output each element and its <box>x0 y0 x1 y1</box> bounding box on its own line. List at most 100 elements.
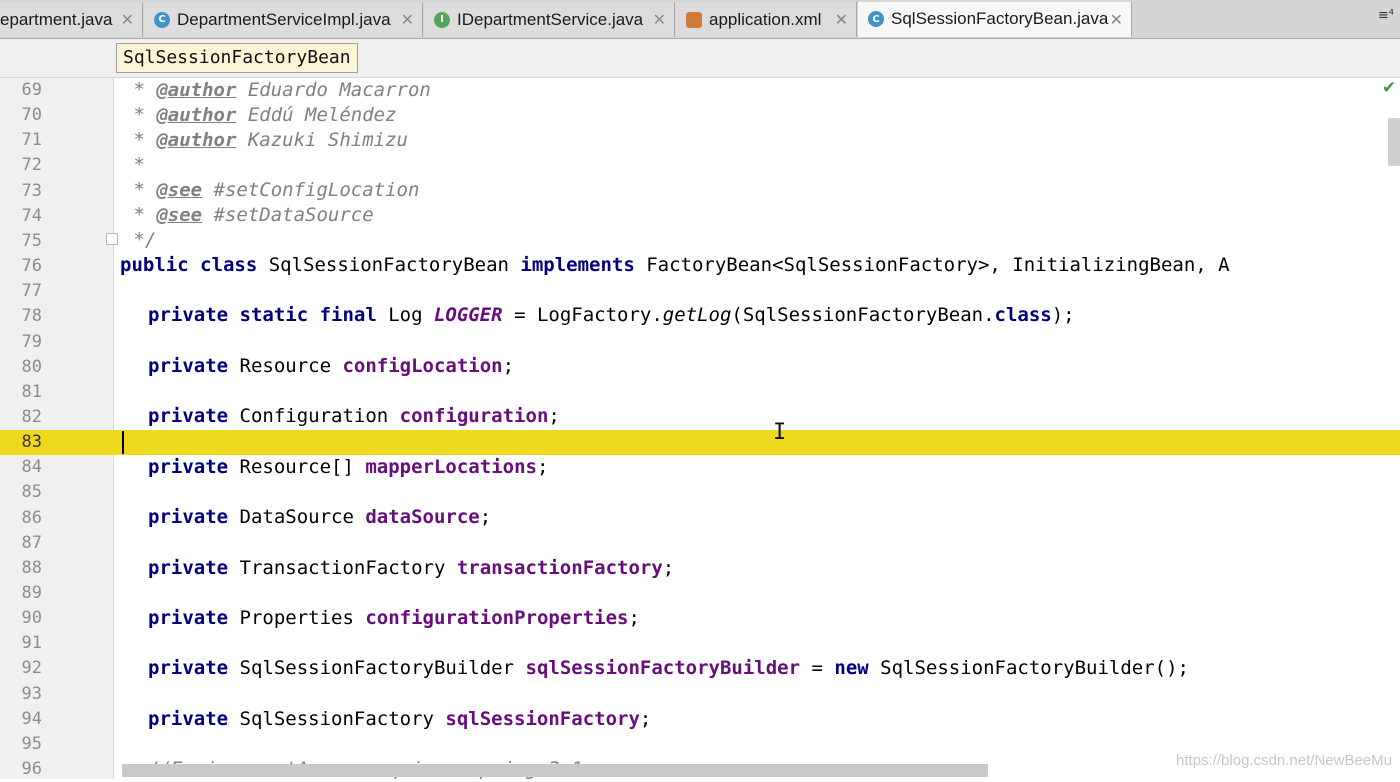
mouse-ibeam-cursor-icon: I <box>773 420 787 445</box>
code-text: (SqlSessionFactoryBean. <box>731 304 995 326</box>
breadcrumb[interactable]: SqlSessionFactoryBean <box>116 43 358 73</box>
class-icon: C <box>154 11 170 28</box>
comment-text: * <box>122 204 157 226</box>
close-icon[interactable]: ✕ <box>1110 10 1123 29</box>
line-number: 92 <box>21 658 42 678</box>
xml-file-icon <box>686 11 702 28</box>
code-line-86[interactable]: private DataSource dataSource; <box>148 505 491 530</box>
field-name: sqlSessionFactory <box>445 708 640 730</box>
line-number: 94 <box>21 709 42 729</box>
close-icon[interactable]: ✕ <box>653 10 666 29</box>
line-number: 72 <box>21 155 42 175</box>
code-line-70[interactable]: * @author Eddú Meléndez <box>122 103 397 128</box>
line-number: 83 <box>21 432 42 452</box>
keyword: private <box>148 708 229 730</box>
tab-sqlsessionfactorybean[interactable]: C SqlSessionFactoryBean.java ✕ <box>858 2 1132 37</box>
field-name: transactionFactory <box>456 557 663 579</box>
code-text: ; <box>536 456 549 478</box>
editor-tab-bar: epartment.java ✕ C DepartmentServiceImpl… <box>0 0 1400 39</box>
code-text: SqlSessionFactoryBuilder(); <box>868 657 1189 679</box>
line-number: 85 <box>21 482 42 502</box>
close-icon[interactable]: ✕ <box>401 10 414 29</box>
tab-list-menu-icon[interactable]: ≡⁴ <box>1378 8 1394 23</box>
line-number: 89 <box>21 583 42 603</box>
line-number: 95 <box>21 734 42 754</box>
code-text: ; <box>639 708 652 730</box>
tab-application-xml[interactable]: application.xml ✕ <box>676 2 857 37</box>
close-icon[interactable]: ✕ <box>835 10 848 29</box>
keyword: private <box>148 456 229 478</box>
keyword: class <box>994 304 1052 326</box>
class-name: SqlSessionFactoryBean <box>257 254 521 276</box>
line-number: 73 <box>21 181 42 201</box>
type-name: Log <box>376 304 434 326</box>
code-line-74[interactable]: * @see #setDataSource <box>122 203 374 228</box>
code-line-71[interactable]: * @author Kazuki Shimizu <box>122 128 408 153</box>
code-line-82[interactable]: private Configuration configuration; <box>148 404 560 429</box>
line-number: 84 <box>21 457 42 477</box>
comment-text: Eddú Meléndez <box>236 104 397 126</box>
tab-label: application.xml <box>709 9 822 29</box>
code-text: ; <box>479 506 492 528</box>
code-text: ; <box>502 355 515 377</box>
code-line-80[interactable]: private Resource configLocation; <box>148 354 514 379</box>
comment-text: Kazuki Shimizu <box>236 129 408 151</box>
inspection-ok-icon[interactable]: ✔ <box>1382 78 1396 98</box>
watermark: https://blog.csdn.net/NewBeeMu <box>1176 752 1392 769</box>
tab-department-service-impl[interactable]: C DepartmentServiceImpl.java ✕ <box>144 2 423 37</box>
line-number: 70 <box>21 105 42 125</box>
code-line-75[interactable]: */ <box>122 228 156 253</box>
comment-text: * <box>122 79 157 101</box>
type-name: Resource[] <box>228 456 366 478</box>
fold-marker-icon[interactable] <box>106 233 118 245</box>
keyword: private <box>148 607 229 629</box>
type-name: Properties <box>228 607 366 629</box>
code-line-92[interactable]: private SqlSessionFactoryBuilder sqlSess… <box>148 656 1189 681</box>
keyword: private <box>148 506 229 528</box>
tab-idepartment-service[interactable]: I IDepartmentService.java ✕ <box>424 2 675 37</box>
current-line-highlight <box>0 430 1400 455</box>
keyword: new <box>834 657 869 679</box>
type-name: Resource <box>228 355 343 377</box>
line-number: 75 <box>21 231 42 251</box>
comment-text: #setDataSource <box>202 204 374 226</box>
keyword: private <box>148 657 229 679</box>
keyword: class <box>200 254 258 276</box>
text-caret <box>122 431 124 454</box>
line-number: 81 <box>21 382 42 402</box>
code-text: = <box>800 657 835 679</box>
code-line-90[interactable]: private Properties configurationProperti… <box>148 606 640 631</box>
line-number: 86 <box>21 508 42 528</box>
tab-label: epartment.java <box>0 9 113 29</box>
tab-department-java[interactable]: epartment.java ✕ <box>0 2 143 37</box>
line-number: 78 <box>21 306 42 326</box>
code-line-69[interactable]: * @author Eduardo Macarron <box>122 78 430 103</box>
close-icon[interactable]: ✕ <box>121 10 134 29</box>
line-number: 82 <box>21 407 42 427</box>
code-line-72[interactable]: * <box>122 153 144 178</box>
code-line-78[interactable]: private static final Log LOGGER = LogFac… <box>148 303 1075 328</box>
code-line-76[interactable]: public class SqlSessionFactoryBean imple… <box>120 253 1230 278</box>
field-name: sqlSessionFactoryBuilder <box>525 657 801 679</box>
line-number: 96 <box>21 759 42 779</box>
method-name: getLog <box>662 304 732 326</box>
keyword: private <box>148 557 229 579</box>
line-number: 79 <box>21 332 42 352</box>
comment-text: #setConfigLocation <box>202 179 420 201</box>
tab-label: DepartmentServiceImpl.java <box>177 9 391 29</box>
code-line-88[interactable]: private TransactionFactory transactionFa… <box>148 556 674 581</box>
keyword: private <box>148 405 229 427</box>
horizontal-scrollbar[interactable] <box>122 764 988 777</box>
line-number: 87 <box>21 533 42 553</box>
field-name: configLocation <box>342 355 503 377</box>
class-icon: C <box>868 11 884 27</box>
code-line-73[interactable]: * @see #setConfigLocation <box>122 178 419 203</box>
vertical-scrollbar[interactable] <box>1388 118 1400 166</box>
field-name: dataSource <box>365 506 480 528</box>
code-line-84[interactable]: private Resource[] mapperLocations; <box>148 455 548 480</box>
javadoc-tag: @author <box>156 79 237 101</box>
code-line-94[interactable]: private SqlSessionFactory sqlSessionFact… <box>148 707 651 732</box>
type-name: SqlSessionFactoryBuilder <box>228 657 526 679</box>
keyword: private <box>148 355 229 377</box>
code-text: ; <box>628 607 640 629</box>
